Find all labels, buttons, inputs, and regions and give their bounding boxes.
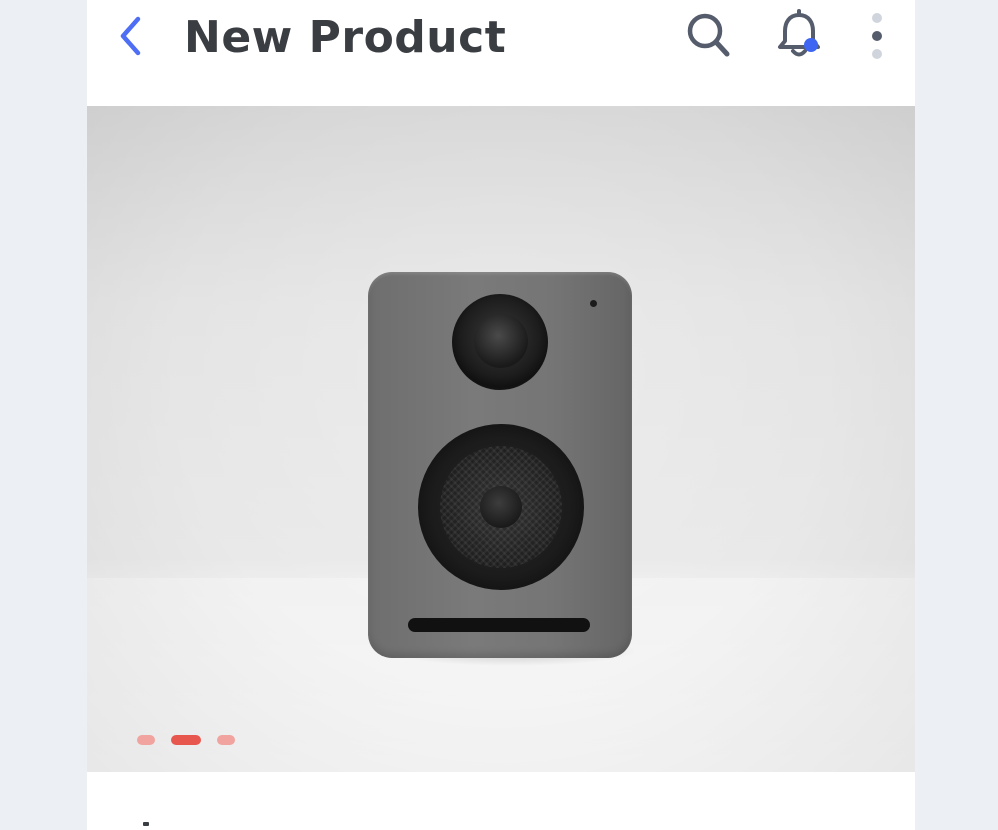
product-image-carousel[interactable]: [87, 106, 915, 772]
search-icon: [687, 13, 730, 57]
more-dot-bottom: [872, 49, 882, 59]
more-dot-top: [872, 13, 882, 23]
chevron-left-icon: [120, 16, 141, 56]
app-header: New Product: [87, 0, 915, 106]
product-details-text-fragment: [143, 822, 149, 826]
speaker-woofer-cone: [440, 446, 562, 568]
speaker-bass-port: [408, 618, 590, 632]
more-vertical-icon: [872, 13, 882, 59]
speaker-tweeter-dome: [474, 314, 528, 368]
back-button[interactable]: [109, 12, 153, 60]
more-dot-middle: [872, 31, 882, 41]
bell-icon: [778, 9, 820, 57]
carousel-dot-2-active[interactable]: [171, 735, 201, 745]
carousel-dot-3[interactable]: [217, 735, 235, 745]
notifications-button[interactable]: [773, 8, 825, 62]
speaker-tweeter: [452, 294, 548, 390]
speaker-indicator-light: [590, 300, 597, 307]
page-title: New Product: [184, 12, 507, 63]
notification-badge: [804, 38, 818, 52]
search-button[interactable]: [683, 10, 735, 60]
speaker-dust-cap: [480, 486, 522, 528]
more-options-button[interactable]: [859, 6, 895, 66]
carousel-indicator: [97, 712, 281, 768]
app-screen: New Product: [87, 0, 915, 830]
speaker-woofer: [418, 424, 584, 590]
carousel-dot-1[interactable]: [137, 735, 155, 745]
product-details-section: [87, 772, 915, 830]
speaker-image: [368, 272, 632, 658]
